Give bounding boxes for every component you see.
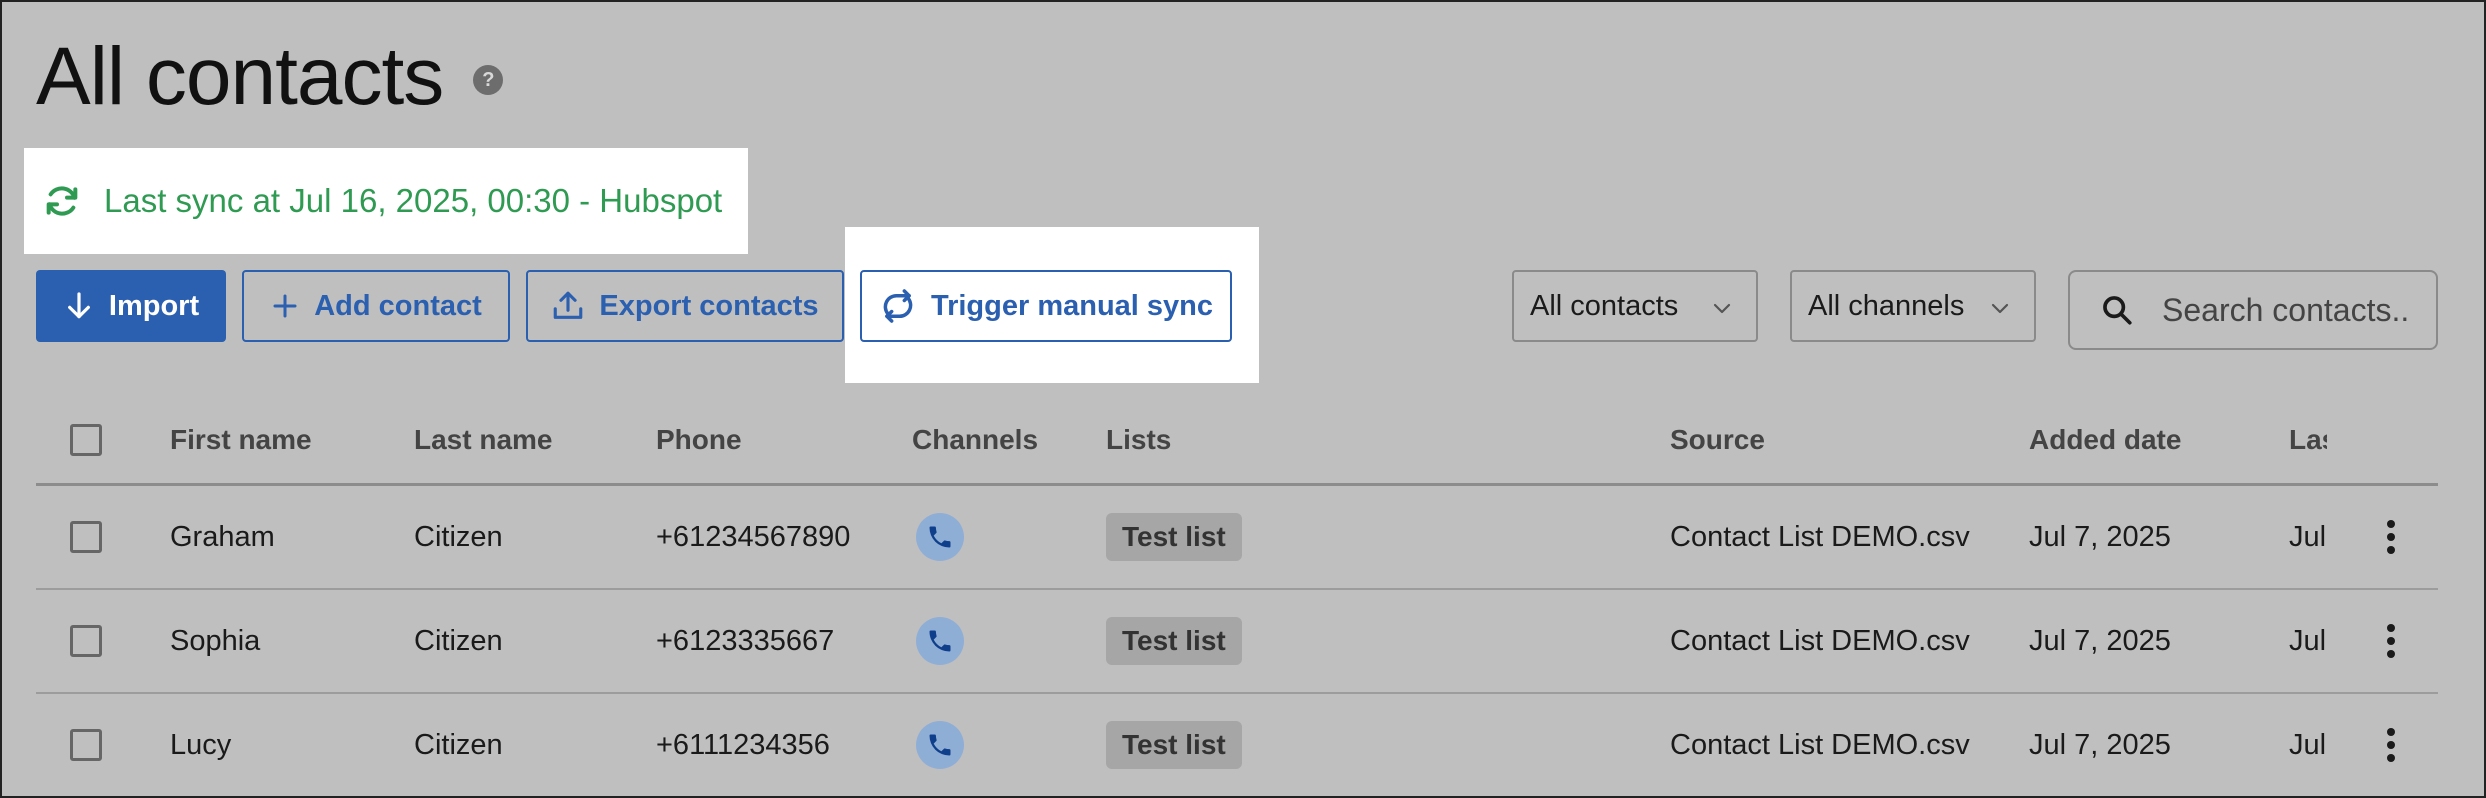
- trigger-manual-sync-label: Trigger manual sync: [930, 289, 1214, 322]
- sync-status-text: Last sync at Jul 16, 2025, 00:30 - Hubsp…: [104, 182, 723, 219]
- table-row[interactable]: Graham Citizen +61234567890 Test list Co…: [36, 486, 2438, 590]
- add-contact-label: Add contact: [314, 289, 482, 322]
- table-row[interactable]: Sophia Citizen +6123335667 Test list Con…: [36, 590, 2438, 694]
- cell-first-name: Lucy: [170, 728, 232, 761]
- export-contacts-button[interactable]: Export contacts: [526, 270, 844, 342]
- more-vertical-icon: [2387, 624, 2395, 658]
- import-button[interactable]: Import: [36, 270, 226, 342]
- column-channels[interactable]: Channels: [912, 397, 1092, 483]
- cell-last-name: Citizen: [414, 728, 503, 761]
- channels-filter-select[interactable]: All channels: [1790, 270, 2036, 342]
- upload-icon: [554, 291, 583, 319]
- cell-last-name: Citizen: [414, 624, 503, 657]
- column-phone[interactable]: Phone: [656, 397, 896, 483]
- cell-phone: +6111234356: [656, 728, 830, 761]
- help-icon[interactable]: ?: [473, 65, 504, 95]
- more-vertical-icon: [2387, 520, 2395, 554]
- cell-last-name: Citizen: [414, 520, 503, 553]
- cell-source: Contact List DEMO.csv: [1670, 520, 1970, 553]
- cell-last: Jul: [2289, 520, 2327, 553]
- column-last-name[interactable]: Last name: [414, 397, 644, 483]
- row-checkbox-cell: [70, 486, 102, 588]
- arrow-down-icon: [67, 292, 90, 319]
- cell-channels: [912, 694, 1092, 796]
- cell-added-date: Jul 7, 2025: [2029, 624, 2171, 657]
- list-tag[interactable]: Test list: [1106, 721, 1242, 769]
- trigger-manual-sync-button[interactable]: Trigger manual sync: [860, 270, 1232, 342]
- column-source[interactable]: Source: [1670, 397, 2010, 483]
- row-checkbox[interactable]: [70, 625, 102, 657]
- list-tag[interactable]: Test list: [1106, 617, 1242, 665]
- cell-first-name: Sophia: [170, 624, 261, 657]
- cell-lists: Test list: [1106, 694, 1506, 796]
- chevron-down-icon: [1991, 303, 2009, 314]
- channels-filter-value: All channels: [1808, 289, 1965, 322]
- cell-source: Contact List DEMO.csv: [1670, 728, 1970, 761]
- column-first-name[interactable]: First name: [170, 397, 400, 483]
- search-box: [2068, 270, 2438, 350]
- plus-icon: [273, 294, 297, 318]
- cell-added-date: Jul 7, 2025: [2029, 520, 2171, 553]
- cell-channels: [912, 590, 1092, 692]
- title-row: All contacts ?: [36, 31, 504, 122]
- cell-phone: +61234567890: [656, 520, 851, 553]
- table-row[interactable]: Lucy Citizen +6111234356 Test list Conta…: [36, 694, 2438, 796]
- chevron-down-icon: [1713, 303, 1731, 314]
- sync-icon: [46, 186, 78, 216]
- cell-lists: Test list: [1106, 590, 1506, 692]
- row-menu-button[interactable]: [2371, 486, 2411, 588]
- sync-status-banner: Last sync at Jul 16, 2025, 00:30 - Hubsp…: [24, 148, 748, 254]
- cell-phone: +6123335667: [656, 624, 835, 657]
- phone-icon: [916, 513, 964, 561]
- contacts-table: First name Last name Phone Channels List…: [36, 397, 2438, 796]
- import-label: Import: [108, 289, 200, 322]
- row-checkbox[interactable]: [70, 521, 102, 553]
- phone-icon: [916, 721, 964, 769]
- add-contact-button[interactable]: Add contact: [242, 270, 510, 342]
- refresh-icon: [883, 289, 913, 323]
- export-contacts-label: Export contacts: [599, 289, 819, 322]
- list-tag[interactable]: Test list: [1106, 513, 1242, 561]
- row-checkbox-cell: [70, 694, 102, 796]
- column-lists[interactable]: Lists: [1106, 397, 1506, 483]
- cell-lists: Test list: [1106, 486, 1506, 588]
- row-menu-button[interactable]: [2371, 590, 2411, 692]
- cell-last: Jul: [2289, 728, 2327, 761]
- contacts-filter-select[interactable]: All contacts: [1512, 270, 1758, 342]
- cell-added-date: Jul 7, 2025: [2029, 728, 2171, 761]
- cell-first-name: Graham: [170, 520, 275, 553]
- search-icon: [2103, 296, 2132, 325]
- cell-channels: [912, 486, 1092, 588]
- row-checkbox-cell: [70, 590, 102, 692]
- select-all-checkbox[interactable]: [70, 424, 102, 456]
- row-checkbox[interactable]: [70, 729, 102, 761]
- header-checkbox-cell: [70, 397, 102, 483]
- page-title: All contacts: [36, 31, 444, 122]
- more-vertical-icon: [2387, 728, 2395, 762]
- contacts-filter-value: All contacts: [1530, 289, 1679, 322]
- cell-last: Jul: [2289, 624, 2327, 657]
- cell-source: Contact List DEMO.csv: [1670, 624, 1970, 657]
- table-header: First name Last name Phone Channels List…: [36, 397, 2438, 486]
- column-last[interactable]: Las: [2289, 397, 2327, 483]
- phone-icon: [916, 617, 964, 665]
- row-menu-button[interactable]: [2371, 694, 2411, 796]
- column-added-date[interactable]: Added date: [2029, 397, 2269, 483]
- search-input[interactable]: [2160, 290, 2434, 330]
- app-frame: All contacts ? Last sync at Jul 16, 2025…: [0, 0, 2486, 798]
